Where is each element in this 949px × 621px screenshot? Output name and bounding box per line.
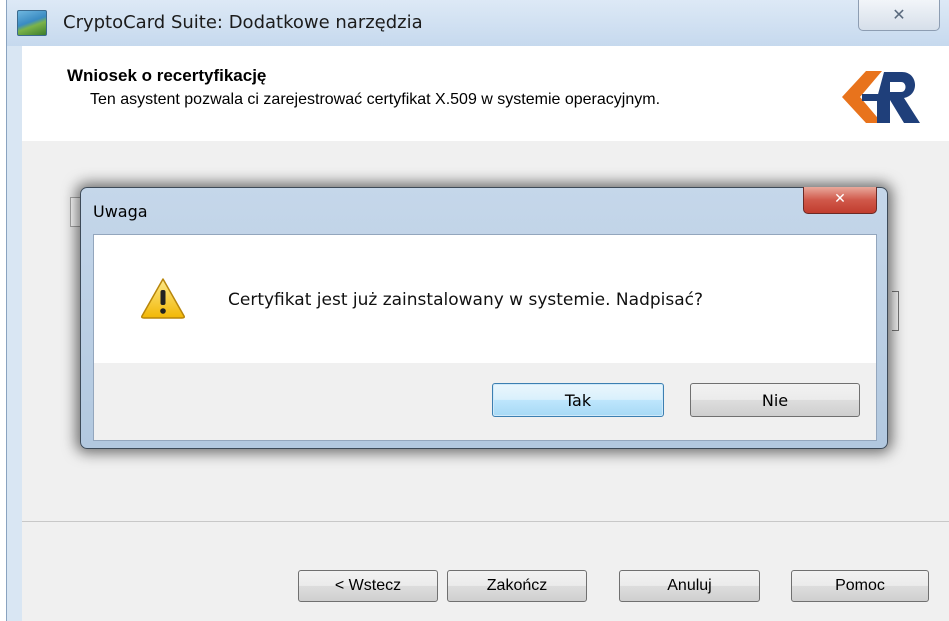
warning-icon [141, 278, 185, 319]
dialog-message-area: Certyfikat jest już zainstalowany w syst… [94, 235, 876, 363]
back-button[interactable]: < Wstecz [298, 570, 438, 602]
cancel-button[interactable]: Anuluj [619, 570, 760, 602]
background-scrollbar [892, 291, 899, 331]
warning-dialog: Uwaga ✕ Certyfikat jest już zainstalowan… [80, 187, 888, 449]
dialog-body: Certyfikat jest już zainstalowany w syst… [93, 234, 877, 441]
help-button[interactable]: Pomoc [791, 570, 929, 602]
wizard-footer: < Wstecz Zakończ Anuluj Pomoc [22, 522, 949, 621]
cryptocard-app-icon [17, 10, 47, 36]
dialog-close-button[interactable]: ✕ [803, 187, 877, 214]
finish-button[interactable]: Zakończ [447, 570, 587, 602]
window-title: CryptoCard Suite: Dodatkowe narzędzia [63, 12, 423, 33]
window-titlebar[interactable]: CryptoCard Suite: Dodatkowe narzędzia ✕ [7, 0, 949, 46]
dialog-title: Uwaga [93, 202, 148, 221]
wizard-header-title: Wniosek o recertyfikację [67, 66, 267, 85]
wizard-header: Wniosek o recertyfikację Ten asystent po… [22, 46, 949, 142]
wizard-header-description: Ten asystent pozwala ci zarejestrować ce… [90, 91, 661, 108]
window-close-button[interactable]: ✕ [858, 0, 940, 31]
no-button[interactable]: Nie [690, 383, 860, 417]
kir-logo [842, 71, 920, 123]
dialog-message: Certyfikat jest już zainstalowany w syst… [228, 290, 704, 310]
close-icon: ✕ [834, 191, 846, 207]
yes-button[interactable]: Tak [492, 383, 664, 417]
close-icon: ✕ [892, 5, 906, 24]
